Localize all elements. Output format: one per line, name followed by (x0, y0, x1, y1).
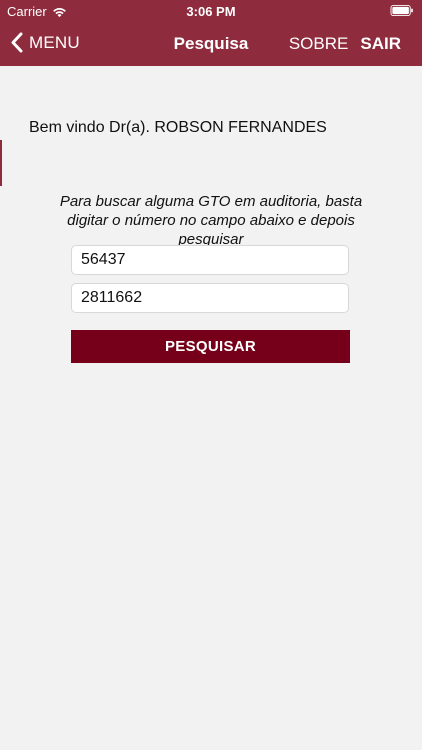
top-bar: Carrier 3:06 PM MENU Pesquisa SOBRE SAIR (0, 0, 422, 66)
status-bar: Carrier 3:06 PM (0, 0, 422, 22)
nav-actions: SOBRE SAIR (289, 34, 401, 54)
battery-icon (390, 5, 413, 16)
gto-number-field[interactable] (71, 245, 349, 275)
side-indicator (0, 140, 2, 186)
welcome-message: Bem vindo Dr(a). ROBSON FERNANDES (29, 119, 327, 136)
status-time: 3:06 PM (186, 4, 236, 19)
search-button[interactable]: PESQUISAR (71, 330, 350, 363)
logout-button[interactable]: SAIR (360, 34, 401, 54)
second-number-field[interactable] (71, 283, 349, 313)
navigation-bar: MENU Pesquisa SOBRE SAIR (0, 22, 422, 66)
about-button[interactable]: SOBRE (289, 34, 349, 54)
search-instructions: Para buscar alguma GTO em auditoria, bas… (59, 193, 363, 248)
